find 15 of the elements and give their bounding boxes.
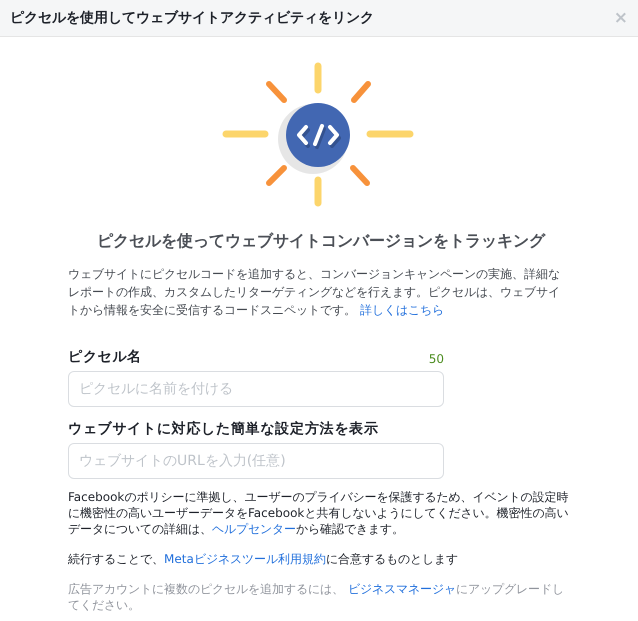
section-heading: ピクセルを使ってウェブサイトコンバージョンをトラッキング (96, 230, 546, 251)
field-label: ピクセル名 (68, 348, 142, 366)
intro-text: ウェブサイトにピクセルコードを追加すると、コンバージョンキャンペーンの実施、詳細なレポートの作成、カスタムしたリターゲティングなどを行えます。ピクセルは、ウェブサイトから情報を安全に受信するコードスニペットです。 詳しくはこちら (68, 266, 561, 319)
notice-text: 続行することで、Metaビジネスツール利用規約に合意するものとします (68, 551, 459, 567)
text-input[interactable]: ピクセルに名前を付ける (68, 371, 444, 407)
text-link[interactable]: ビジネスマネージャ (348, 582, 456, 596)
text-link[interactable]: ヘルプセンター (212, 522, 296, 536)
text-input[interactable]: ウェブサイトのURLを入力(任意) (68, 443, 444, 479)
text-link[interactable]: 詳しくはこちら (360, 303, 444, 317)
text-link[interactable]: Metaビジネスツール利用規約 (164, 552, 326, 566)
notice-text: Facebookのポリシーに準拠し、ユーザーのプライバシーを保護するため、イベントの設定時に機密性の高いユーザーデータをFacebookと共有しないようにしてください。機密性の高いデータについての詳細は、ヘルプセンターから確認できます。 (68, 489, 570, 537)
notice-text: 広告アカウントに複数のピクセルを追加するには、 ビジネスマネージャ にアップグレードしてください。 (68, 581, 565, 613)
dialog-title: ピクセルを使用してウェブサイトアクティビティをリンク (10, 9, 374, 27)
character-counter: 50 (428, 352, 444, 366)
field-label: ウェブサイトに対応した簡単な設定方法を表示 (68, 420, 379, 438)
